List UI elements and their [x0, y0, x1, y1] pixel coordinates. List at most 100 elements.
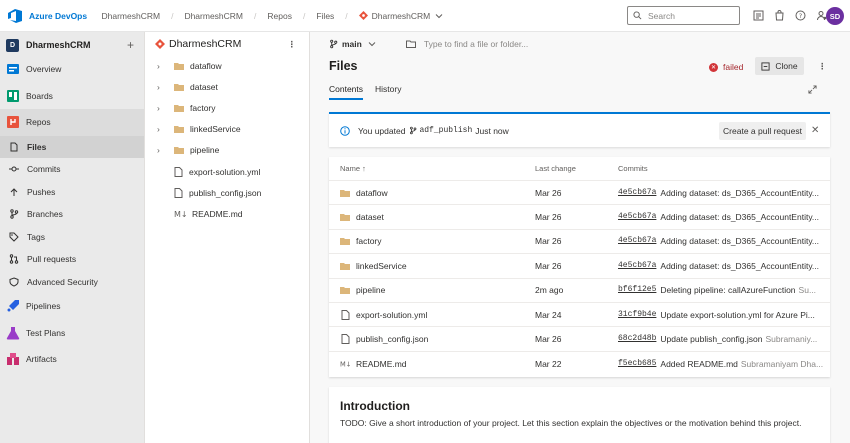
nav-files[interactable]: Files: [0, 135, 144, 158]
commit-message: Adding dataset: ds_D365_AccountEntity...: [660, 212, 820, 223]
branch-selector[interactable]: main: [342, 39, 362, 49]
breadcrumb-project[interactable]: DharmeshCRM: [184, 11, 243, 21]
nav-boards[interactable]: Boards: [0, 83, 144, 110]
chevron-right-icon[interactable]: ›: [157, 61, 165, 71]
table-row[interactable]: export-solution.yml Mar 24 31cf9b4e Updat…: [329, 303, 830, 328]
table-row[interactable]: pipeline 2m ago bf6f12e5 Deleting pipelin…: [329, 279, 830, 303]
tree-item-dataflow[interactable]: › dataflow: [145, 55, 309, 76]
commit-hash-link[interactable]: 4e5cb67a: [618, 261, 656, 271]
column-name[interactable]: Name ↑: [340, 164, 366, 173]
tree-item-export-solution[interactable]: export-solution.yml: [145, 161, 309, 182]
file-name[interactable]: dataset: [356, 212, 384, 222]
tree-item-linkedservice[interactable]: › linkedService: [145, 119, 309, 140]
chevron-down-icon[interactable]: [435, 12, 443, 20]
azure-devops-logo[interactable]: [7, 8, 23, 24]
file-name[interactable]: README.md: [356, 359, 407, 369]
nav-tags[interactable]: Tags: [0, 226, 144, 249]
commit-hash-link[interactable]: bf6f12e5: [618, 285, 656, 295]
nav-label: Branches: [27, 209, 63, 220]
build-status-badge[interactable]: ✕ failed: [709, 62, 743, 72]
table-row[interactable]: factory Mar 26 4e5cb67a Adding dataset: d…: [329, 230, 830, 255]
tree-item-label: export-solution.yml: [189, 166, 261, 177]
search-input[interactable]: Search: [627, 6, 740, 25]
tree-item-label: publish_config.json: [189, 187, 262, 198]
commit-hash-link[interactable]: 4e5cb67a: [618, 236, 656, 246]
tree-item-dataset[interactable]: › dataset: [145, 76, 309, 97]
tree-item-pipeline[interactable]: › pipeline: [145, 140, 309, 161]
file-name[interactable]: factory: [356, 236, 382, 246]
commit-author: Su...: [798, 285, 817, 296]
banner-time: Just now: [475, 125, 509, 136]
chevron-down-icon[interactable]: [368, 40, 376, 48]
breadcrumb-files[interactable]: Files: [316, 11, 334, 21]
nav-commits[interactable]: Commits: [0, 158, 144, 181]
nav-artifacts[interactable]: Artifacts: [0, 346, 144, 373]
shopping-bag-icon[interactable]: [773, 9, 786, 22]
breadcrumb-repo[interactable]: DharmeshCRM: [372, 11, 431, 21]
tree-item-readme[interactable]: M↓ README.md: [145, 203, 309, 224]
close-icon[interactable]: ✕: [811, 125, 819, 136]
nav-overview[interactable]: Overview: [0, 56, 144, 83]
tree-item-publish-config[interactable]: publish_config.json: [145, 182, 309, 203]
clone-button[interactable]: Clone: [755, 57, 804, 75]
avatar[interactable]: SD: [826, 7, 844, 25]
tab-history[interactable]: History: [375, 84, 401, 100]
info-icon: [340, 125, 350, 136]
tree-item-factory[interactable]: › factory: [145, 97, 309, 118]
nav-label: Files: [27, 141, 47, 152]
nav-pipelines[interactable]: Pipelines: [0, 293, 144, 320]
folder-outline-icon: [405, 40, 416, 48]
help-icon[interactable]: ?: [794, 9, 807, 22]
breadcrumb-org[interactable]: DharmeshCRM: [101, 11, 160, 21]
tree-header[interactable]: DharmeshCRM ⋮: [145, 33, 309, 55]
project-badge: D: [6, 38, 19, 52]
file-name[interactable]: pipeline: [356, 285, 385, 295]
table-row[interactable]: dataflow Mar 26 4e5cb67a Adding dataset: …: [329, 181, 830, 206]
chevron-right-icon[interactable]: ›: [157, 82, 165, 92]
commit-hash-link[interactable]: 68c2d48b: [618, 334, 656, 344]
file-icon: [10, 142, 18, 152]
chevron-right-icon[interactable]: ›: [157, 103, 165, 113]
commit-hash-link[interactable]: 4e5cb67a: [618, 188, 656, 198]
brand-link[interactable]: Azure DevOps: [29, 11, 87, 21]
expand-icon[interactable]: [808, 85, 817, 94]
chevron-right-icon[interactable]: ›: [157, 124, 165, 134]
nav-branches[interactable]: Branches: [0, 203, 144, 226]
search-placeholder: Search: [648, 10, 675, 21]
file-name[interactable]: export-solution.yml: [356, 310, 427, 320]
table-row[interactable]: linkedService Mar 26 4e5cb67a Adding data…: [329, 254, 830, 279]
list-icon[interactable]: [752, 9, 765, 22]
branch-icon: [10, 209, 19, 219]
left-navigation: D DharmeshCRM + Overview Boards Repos Fi…: [0, 32, 145, 443]
nav-label: Pipelines: [26, 301, 61, 312]
commit-hash-link[interactable]: f5ecb685: [618, 359, 656, 369]
create-pull-request-button[interactable]: Create a pull request: [719, 122, 806, 140]
more-options-icon[interactable]: ⋮: [288, 39, 297, 50]
nav-test-plans[interactable]: Test Plans: [0, 320, 144, 347]
file-name[interactable]: publish_config.json: [356, 334, 428, 344]
path-search-input[interactable]: Type to find a file or folder...: [424, 39, 528, 49]
project-header[interactable]: D DharmeshCRM +: [0, 34, 144, 56]
table-row[interactable]: dataset Mar 26 4e5cb67a Adding dataset: d…: [329, 205, 830, 230]
nav-pushes[interactable]: Pushes: [0, 181, 144, 204]
tab-contents[interactable]: Contents: [329, 84, 364, 100]
commit-hash-link[interactable]: 31cf9b4e: [618, 310, 656, 320]
chevron-right-icon[interactable]: ›: [157, 145, 165, 155]
tree-repo-name: DharmeshCRM: [169, 38, 242, 50]
breadcrumb-repos[interactable]: Repos: [267, 11, 292, 21]
nav-repos[interactable]: Repos: [0, 109, 144, 136]
file-icon: [174, 187, 183, 198]
nav-label: Overview: [26, 64, 62, 75]
table-row[interactable]: publish_config.json Mar 26 68c2d48b Updat…: [329, 327, 830, 352]
last-change: Mar 26: [535, 334, 562, 345]
file-name[interactable]: dataflow: [356, 188, 388, 198]
more-options-icon[interactable]: ⋮: [818, 61, 827, 72]
commit-hash-link[interactable]: 4e5cb67a: [618, 212, 656, 222]
nav-pull-requests[interactable]: Pull requests: [0, 248, 144, 271]
nav-advanced-security[interactable]: Advanced Security: [0, 271, 144, 294]
table-row[interactable]: M↓ README.md Mar 22 f5ecb685 Added README.…: [329, 352, 830, 376]
banner-branch-link[interactable]: adf_publish: [419, 126, 472, 135]
tree-item-label: linkedService: [190, 124, 241, 135]
add-icon[interactable]: +: [127, 38, 134, 52]
file-name[interactable]: linkedService: [356, 261, 407, 271]
